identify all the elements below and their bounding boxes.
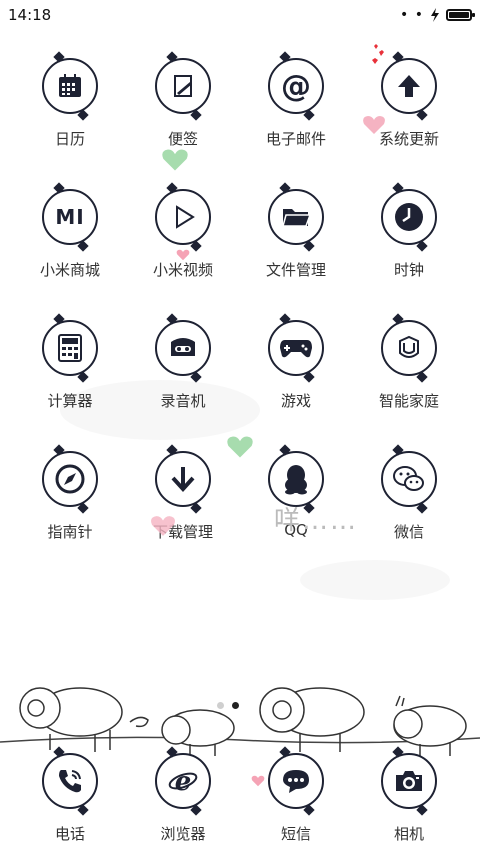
app-label: 便签: [167, 130, 198, 148]
app-label: 短信: [280, 825, 311, 843]
status-time: 14:18: [8, 6, 52, 24]
app-recorder[interactable]: 录音机: [128, 313, 238, 411]
download-icon: [171, 467, 195, 492]
wallpaper-text: 咩……: [274, 506, 359, 536]
app-email[interactable]: @ 电子邮件: [241, 51, 351, 149]
sheep-wallpaper-illustration: [0, 687, 480, 758]
app-download-manager[interactable]: 下载管理: [128, 444, 238, 542]
status-indicators: • •: [400, 7, 475, 23]
app-mi-store[interactable]: MI 小米商城: [15, 182, 125, 280]
battery-icon: [446, 9, 475, 21]
notes-icon: [174, 75, 192, 97]
email-at-icon: @: [281, 68, 311, 104]
app-label: 时钟: [393, 261, 424, 279]
recorder-icon: [171, 338, 195, 356]
app-games[interactable]: 游戏: [241, 313, 351, 411]
smart-home-icon: [399, 335, 419, 358]
app-smart-home[interactable]: 智能家庭: [354, 313, 464, 411]
app-wechat[interactable]: 微信: [354, 444, 464, 542]
pink-heart-icon: [363, 116, 385, 134]
page-dot[interactable]: [217, 702, 224, 709]
green-heart-icon: [227, 436, 253, 458]
gamepad-icon: [280, 340, 312, 358]
app-label: 浏览器: [160, 825, 206, 843]
charging-icon: [431, 8, 439, 22]
calculator-icon: [58, 334, 82, 362]
app-label: 下载管理: [152, 523, 213, 541]
app-notes[interactable]: 便签: [128, 51, 238, 149]
app-system-update[interactable]: 系统更新: [354, 51, 464, 149]
wallpaper-scribble: [300, 560, 450, 600]
dock-messages[interactable]: 短信: [241, 746, 351, 844]
app-label: 游戏: [280, 392, 311, 410]
app-mi-video[interactable]: 小米视频: [128, 182, 238, 280]
update-arrow-icon: [398, 75, 420, 97]
page-dot-active[interactable]: [232, 702, 239, 709]
clock-icon: [395, 203, 423, 231]
red-heart-icon: [372, 44, 384, 64]
app-label: 电子邮件: [265, 130, 326, 148]
app-label: 小米商城: [39, 261, 100, 279]
message-icon: [283, 770, 309, 793]
green-heart-icon: [162, 149, 188, 171]
phone-icon: [59, 770, 81, 793]
app-label: 小米视频: [152, 261, 213, 279]
camera-icon: [396, 771, 422, 791]
app-label: 指南针: [47, 523, 93, 541]
app-label: 日历: [54, 130, 85, 148]
dock-phone[interactable]: 电话: [15, 746, 125, 844]
mi-logo-icon: MI: [55, 205, 85, 229]
qq-penguin-icon: [285, 465, 307, 495]
notification-dots: • •: [400, 7, 424, 23]
app-compass[interactable]: 指南针: [15, 444, 125, 542]
app-file-manager[interactable]: 文件管理: [241, 182, 351, 280]
dock-browser[interactable]: e 浏览器: [128, 746, 238, 844]
app-calendar[interactable]: 日历: [15, 51, 125, 149]
app-calculator[interactable]: 计算器: [15, 313, 125, 411]
browser-icon: e: [168, 767, 198, 796]
app-label: 微信: [393, 523, 424, 541]
pink-heart-icon: [176, 249, 190, 261]
app-label: 智能家庭: [378, 392, 439, 410]
status-bar: 14:18 • •: [0, 0, 480, 30]
folder-icon: [282, 209, 312, 227]
play-icon: [176, 205, 195, 229]
calendar-icon: [59, 74, 81, 97]
pink-heart-icon: [151, 516, 175, 536]
page-indicator: [217, 702, 239, 709]
app-label: 计算器: [47, 392, 93, 410]
app-label: 相机: [393, 825, 424, 843]
svg-text:e: e: [175, 767, 192, 796]
app-clock[interactable]: 时钟: [354, 182, 464, 280]
app-label: 电话: [54, 825, 85, 843]
compass-icon: [55, 464, 85, 494]
dock-camera[interactable]: 相机: [354, 746, 464, 844]
wechat-icon: [393, 466, 424, 491]
app-label: 文件管理: [265, 261, 326, 279]
app-label: 录音机: [160, 392, 206, 410]
